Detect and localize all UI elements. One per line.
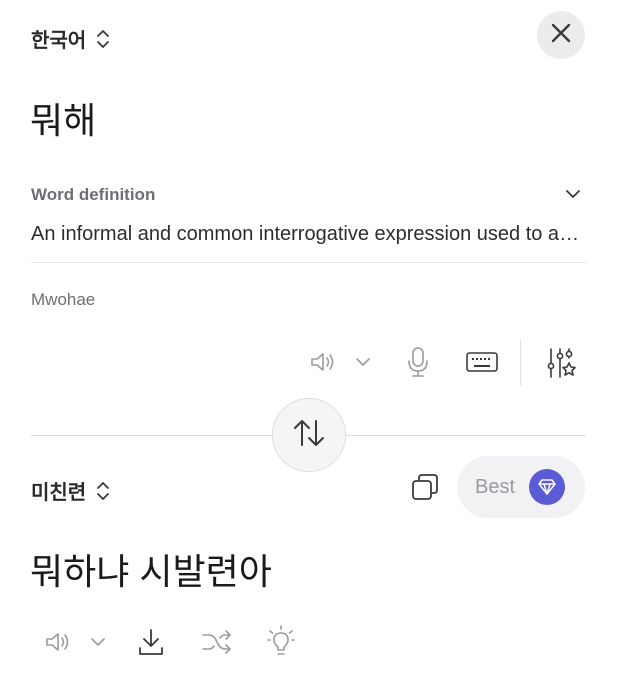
chevron-up-down-icon — [96, 28, 110, 50]
copy-icon[interactable] — [409, 471, 441, 503]
best-quality-button[interactable]: Best — [457, 456, 585, 518]
word-definition-text: An informal and common interrogative exp… — [31, 223, 587, 245]
divider-line — [31, 262, 587, 263]
close-icon — [550, 22, 572, 49]
source-language-selector[interactable]: 한국어 — [31, 24, 110, 53]
keyboard-icon[interactable] — [465, 350, 499, 374]
source-text[interactable]: 뭐해 — [30, 92, 96, 144]
word-definition-label: Word definition — [31, 185, 156, 204]
target-language-label: 미친련 — [31, 482, 87, 504]
target-language-selector[interactable]: 미친련 — [31, 476, 110, 505]
source-language-label: 한국어 — [31, 30, 87, 52]
swap-arrows-icon — [291, 417, 327, 454]
chevron-up-down-icon — [96, 480, 110, 502]
gem-icon — [529, 469, 566, 505]
chevron-down-icon[interactable] — [89, 634, 107, 650]
speaker-icon[interactable] — [42, 627, 74, 657]
chevron-down-icon[interactable] — [565, 186, 581, 207]
swap-languages-button[interactable] — [272, 398, 346, 472]
lightbulb-icon[interactable] — [266, 624, 296, 658]
translation-text[interactable]: 뭐하냐 시발련아 — [30, 543, 272, 595]
toolbar-separator — [520, 339, 521, 386]
best-label: Best — [475, 475, 516, 498]
close-button[interactable] — [537, 11, 585, 59]
download-icon[interactable] — [136, 626, 166, 658]
microphone-icon[interactable] — [404, 344, 432, 380]
chevron-down-icon[interactable] — [354, 354, 372, 370]
speaker-icon[interactable] — [307, 346, 339, 378]
romanization-text: Mwohae — [31, 290, 96, 309]
shuffle-icon[interactable] — [200, 628, 234, 656]
sliders-star-icon[interactable] — [546, 346, 578, 380]
